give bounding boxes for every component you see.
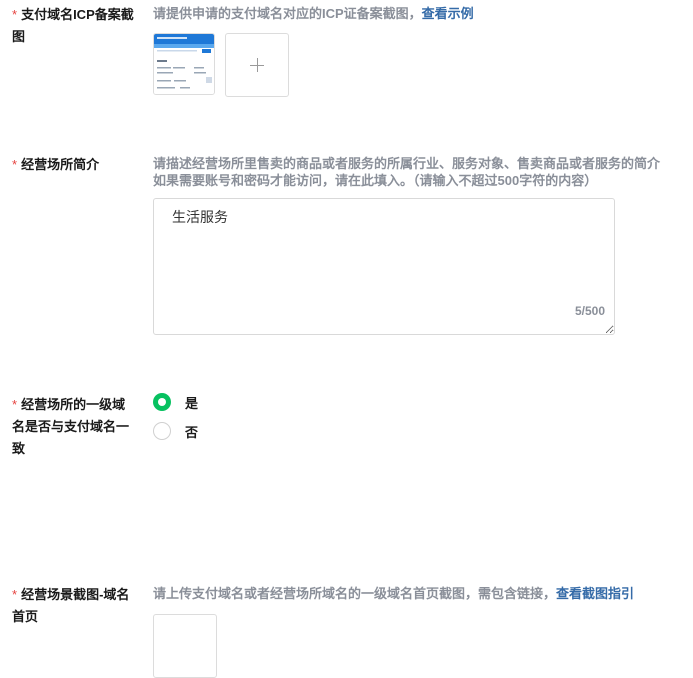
view-example-link[interactable]: 查看示例 — [422, 6, 474, 21]
domain-match-label-text: 经营场所的一级域名是否与支付域名一致 — [12, 397, 130, 456]
icp-screenshot-thumbnail[interactable] — [153, 33, 215, 95]
screenshot-hint: 请上传支付域名或者经营场所域名的一级域名首页截图，需包含链接，查看截图指引 — [153, 585, 634, 603]
view-guide-link[interactable]: 查看截图指引 — [556, 586, 634, 601]
screenshot-label-text: 经营场景截图-域名首页 — [12, 587, 130, 624]
icp-screenshot-label-text: 支付域名ICP备案截图 — [12, 7, 134, 44]
plus-icon — [250, 58, 264, 72]
business-intro-label-text: 经营场所简介 — [21, 157, 100, 172]
domain-match-label: * 经营场所的一级域名是否与支付域名一致 — [12, 394, 137, 460]
business-intro-hint-line2: 如果需要账号和密码才能访问，请在此填入。（请输入不超过500字符的内容） — [153, 173, 598, 188]
icp-screenshot-hint: 请提供申请的支付域名对应的ICP证备案截图，查看示例 — [153, 5, 474, 23]
radio-selected-icon[interactable] — [153, 393, 171, 411]
business-intro-textarea[interactable] — [153, 198, 615, 335]
radio-label-no: 否 — [185, 424, 199, 440]
required-mark: * — [12, 7, 18, 22]
icp-thumbnail-image — [154, 34, 214, 94]
screenshot-label: * 经营场景截图-域名首页 — [12, 584, 137, 628]
required-mark: * — [12, 397, 18, 412]
required-mark: * — [12, 587, 18, 602]
radio-unselected-icon[interactable] — [153, 422, 171, 440]
screenshot-upload-button[interactable] — [153, 614, 217, 678]
radio-option-no[interactable]: 否 — [153, 420, 198, 442]
character-counter: 5/500 — [575, 304, 606, 318]
business-intro-hint-line1: 请描述经营场所里售卖的商品或者服务的所属行业、服务对象、售卖商品或者服务的简介 — [153, 156, 661, 171]
icp-upload-button[interactable] — [225, 33, 289, 97]
radio-label-yes: 是 — [185, 395, 199, 411]
radio-option-yes[interactable]: 是 — [153, 391, 198, 413]
business-intro-label: * 经营场所简介 — [12, 154, 140, 176]
icp-screenshot-hint-text: 请提供申请的支付域名对应的ICP证备案截图， — [153, 6, 422, 21]
icp-screenshot-label: * 支付域名ICP备案截图 — [12, 4, 140, 48]
required-mark: * — [12, 157, 18, 172]
screenshot-hint-text: 请上传支付域名或者经营场所域名的一级域名首页截图，需包含链接， — [153, 586, 557, 601]
